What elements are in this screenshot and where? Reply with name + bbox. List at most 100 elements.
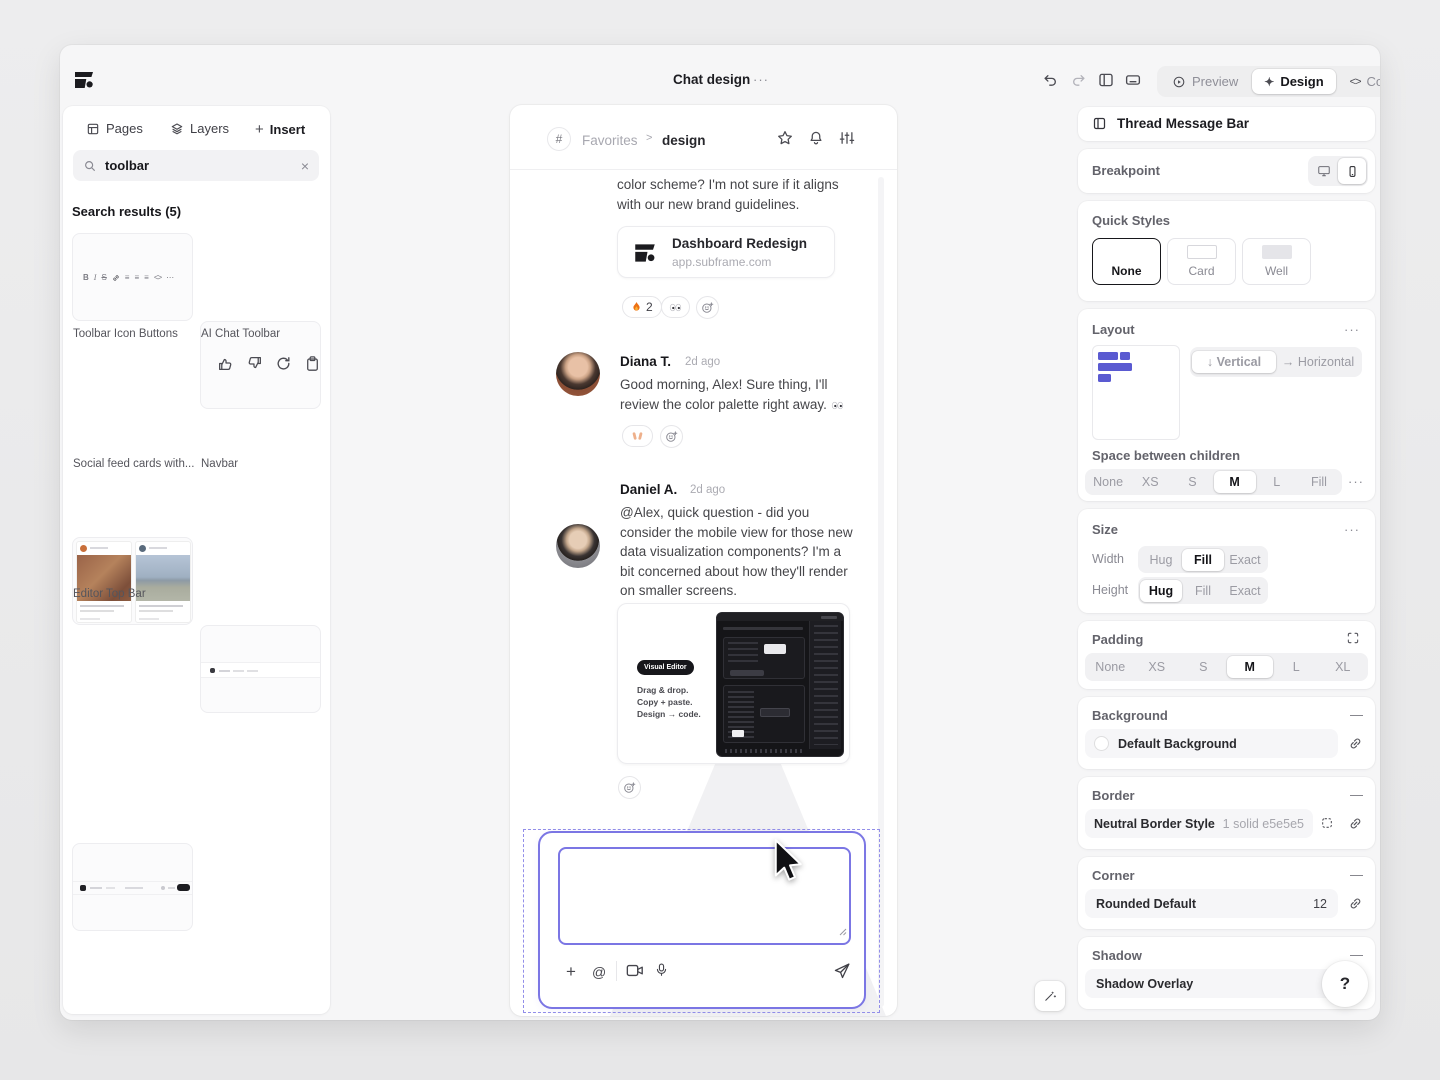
background-token-row[interactable]: Default Background bbox=[1085, 729, 1338, 758]
height-fill[interactable]: Fill bbox=[1182, 580, 1224, 602]
link-token-icon[interactable] bbox=[1348, 896, 1363, 911]
collapse-section-icon[interactable]: — bbox=[1350, 867, 1363, 882]
header-divider bbox=[510, 169, 897, 170]
corner-token-row[interactable]: Rounded Default 12 bbox=[1085, 889, 1338, 918]
direction-vertical[interactable]: ↓ Vertical bbox=[1192, 351, 1276, 373]
search-input[interactable] bbox=[105, 158, 265, 173]
spacing-m[interactable]: M bbox=[1214, 471, 1256, 493]
size-menu-icon[interactable]: ··· bbox=[1344, 522, 1360, 537]
add-reaction-button[interactable] bbox=[618, 776, 641, 799]
attachment-image-card[interactable]: Visual Editor Drag & drop. Copy + paste.… bbox=[617, 603, 850, 764]
keyboard-shortcuts-icon[interactable] bbox=[1124, 71, 1142, 89]
quick-style-card[interactable]: Card bbox=[1167, 238, 1236, 285]
insert-button[interactable]: + Insert bbox=[255, 121, 305, 138]
document-title: Chat design bbox=[673, 72, 750, 87]
canvas-artboard[interactable]: # Favorites > design color scheme? I'm n… bbox=[510, 105, 897, 1016]
card-style-swatch bbox=[1187, 245, 1217, 259]
spacing-xs[interactable]: XS bbox=[1129, 471, 1171, 493]
result-label: Editor Top Bar bbox=[73, 588, 146, 600]
attach-plus-icon[interactable]: + bbox=[566, 962, 576, 982]
result-editor-top-bar[interactable] bbox=[72, 843, 193, 931]
height-exact[interactable]: Exact bbox=[1224, 580, 1266, 602]
padding-l[interactable]: L bbox=[1273, 656, 1320, 678]
spacing-l[interactable]: L bbox=[1256, 471, 1298, 493]
thread-message-bar-component[interactable]: + @ bbox=[538, 831, 866, 1009]
quick-style-none[interactable]: None bbox=[1092, 238, 1161, 285]
magic-wand-button[interactable] bbox=[1035, 981, 1065, 1011]
avatar-diana bbox=[556, 352, 600, 396]
spacing-s[interactable]: S bbox=[1171, 471, 1213, 493]
inspector-header: Thread Message Bar bbox=[1078, 107, 1375, 141]
message-textarea[interactable] bbox=[558, 847, 851, 945]
padding-sides-icon[interactable] bbox=[1346, 631, 1360, 645]
title-menu-button[interactable]: ··· bbox=[753, 72, 769, 87]
padding-none[interactable]: None bbox=[1087, 656, 1134, 678]
link-token-icon[interactable] bbox=[1348, 736, 1363, 751]
component-search[interactable]: × bbox=[73, 150, 319, 181]
link-token-icon[interactable] bbox=[1348, 816, 1363, 831]
border-sides-icon[interactable] bbox=[1320, 816, 1334, 830]
notifications-bell-icon[interactable] bbox=[807, 129, 825, 147]
section-label: Padding bbox=[1092, 632, 1143, 647]
resize-handle-icon[interactable] bbox=[838, 923, 847, 941]
width-fill[interactable]: Fill bbox=[1182, 549, 1224, 571]
breadcrumb-parent[interactable]: Favorites bbox=[582, 133, 638, 148]
collapse-section-icon[interactable]: — bbox=[1350, 707, 1363, 722]
send-icon[interactable] bbox=[833, 962, 851, 980]
breadcrumb-current[interactable]: design bbox=[662, 133, 706, 148]
layout-preview bbox=[1092, 345, 1180, 440]
help-button[interactable]: ? bbox=[1322, 961, 1368, 1007]
desktop-breakpoint-icon[interactable] bbox=[1310, 160, 1338, 182]
reaction-raised-hands[interactable] bbox=[622, 425, 653, 447]
tab-code[interactable]: <> Code bbox=[1338, 69, 1380, 94]
link-preview-card[interactable]: Dashboard Redesign app.subframe.com bbox=[617, 226, 835, 278]
tab-layers[interactable]: Layers bbox=[170, 121, 229, 136]
width-hug[interactable]: Hug bbox=[1140, 549, 1182, 571]
mobile-breakpoint-icon[interactable] bbox=[1338, 158, 1366, 184]
shadow-token-row[interactable]: Shadow Overlay bbox=[1085, 969, 1338, 998]
height-hug[interactable]: Hug bbox=[1140, 580, 1182, 602]
app-logo-icon[interactable] bbox=[72, 68, 96, 92]
corner-token-value: 12 bbox=[1313, 897, 1327, 911]
video-icon[interactable] bbox=[626, 963, 644, 978]
reaction-fire[interactable]: 2 bbox=[622, 296, 662, 318]
padding-m[interactable]: M bbox=[1227, 656, 1274, 678]
add-reaction-button[interactable] bbox=[696, 296, 719, 319]
padding-xs[interactable]: XS bbox=[1134, 656, 1181, 678]
microphone-icon[interactable] bbox=[654, 961, 669, 979]
redo-icon[interactable] bbox=[1070, 72, 1087, 89]
result-toolbar-icon-buttons[interactable]: B I S ≡ ≡ ≡ <> ⋯ bbox=[72, 233, 193, 321]
padding-xl[interactable]: XL bbox=[1320, 656, 1367, 678]
layout-menu-icon[interactable]: ··· bbox=[1344, 322, 1360, 337]
tab-preview[interactable]: Preview bbox=[1160, 69, 1250, 94]
tab-pages[interactable]: Pages bbox=[86, 121, 143, 136]
message-author: Diana T. bbox=[620, 354, 671, 369]
clear-search-icon[interactable]: × bbox=[301, 158, 309, 174]
toggle-sidebar-icon[interactable] bbox=[1097, 71, 1115, 89]
tab-design[interactable]: ✦ Design bbox=[1252, 69, 1335, 94]
spacing-menu-icon[interactable]: ··· bbox=[1348, 474, 1364, 489]
collapse-section-icon[interactable]: — bbox=[1350, 947, 1363, 962]
avatar-daniel bbox=[556, 524, 600, 568]
collapse-section-icon[interactable]: — bbox=[1350, 787, 1363, 802]
spacing-fill[interactable]: Fill bbox=[1298, 471, 1340, 493]
quick-style-well[interactable]: Well bbox=[1242, 238, 1311, 285]
add-reaction-button[interactable] bbox=[660, 425, 683, 448]
quick-styles-section: Quick Styles None Card Well bbox=[1078, 201, 1375, 301]
border-token-row[interactable]: Neutral Border Style 1 solid e5e5e5 bbox=[1085, 809, 1313, 838]
message-text: color scheme? I'm not sure if it aligns … bbox=[617, 175, 855, 214]
play-circle-icon bbox=[1172, 75, 1186, 89]
direction-horizontal[interactable]: → Horizontal bbox=[1276, 351, 1360, 373]
undo-icon[interactable] bbox=[1042, 72, 1059, 89]
message-author: Daniel A. bbox=[620, 482, 677, 497]
width-exact[interactable]: Exact bbox=[1224, 549, 1266, 571]
favorite-star-icon[interactable] bbox=[776, 129, 794, 147]
mention-icon[interactable]: @ bbox=[592, 964, 606, 980]
padding-s[interactable]: S bbox=[1180, 656, 1227, 678]
link-url: app.subframe.com bbox=[672, 255, 771, 269]
result-social-feed-cards[interactable] bbox=[72, 537, 193, 625]
channel-settings-icon[interactable] bbox=[838, 129, 856, 147]
result-navbar[interactable] bbox=[200, 625, 321, 713]
spacing-none[interactable]: None bbox=[1087, 471, 1129, 493]
reaction-eyes[interactable] bbox=[661, 296, 690, 318]
